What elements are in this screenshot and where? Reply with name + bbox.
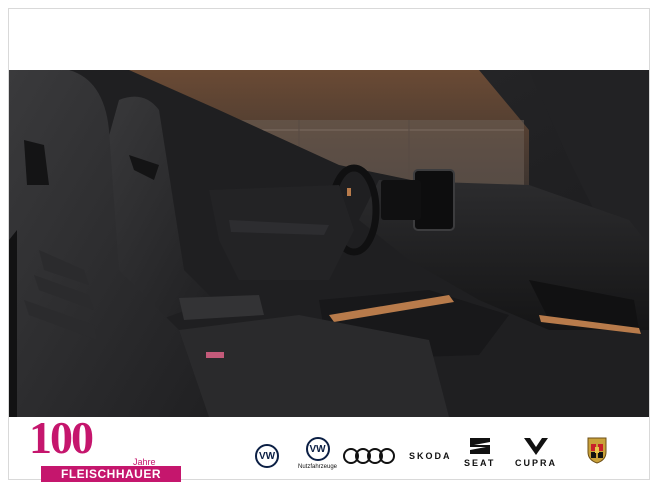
seat-logo-icon [469,438,490,454]
brand-cupra[interactable]: CUPRA [515,436,557,468]
cupra-wordmark: CUPRA [515,458,558,468]
cupra-logo-icon [524,438,548,455]
brand-vw[interactable]: VW [255,444,279,468]
skoda-wordmark: SKODA [409,451,452,461]
dealer-logo[interactable]: 100 Jahre FLEISCHHAUER [29,415,185,482]
porsche-crest-icon [587,437,607,464]
dealer-anniversary-number: 100 [29,412,94,463]
footer-brand-bar: 100 Jahre FLEISCHHAUER VW VW Nutzfahrzeu… [9,415,649,482]
seat-wordmark: SEAT [464,458,496,468]
seat-release-tag [206,352,224,358]
audi-rings-icon [343,448,395,464]
vw-logo-icon: VW [305,437,330,461]
brand-skoda[interactable]: SKODA [409,451,452,461]
instrument-cluster [381,180,421,220]
vw-logo-icon: VW [255,444,279,468]
brand-audi[interactable] [343,448,395,464]
brand-porsche[interactable] [586,436,608,464]
brand-caption: Nutzfahrzeuge [298,464,338,470]
vehicle-interior-photo [9,70,649,417]
brand-seat[interactable]: SEAT [464,436,495,468]
car-interior-illustration [9,70,649,417]
brand-vw-nutzfahrzeuge[interactable]: VW Nutzfahrzeuge [298,437,337,470]
dealer-name: FLEISCHHAUER [41,466,181,482]
